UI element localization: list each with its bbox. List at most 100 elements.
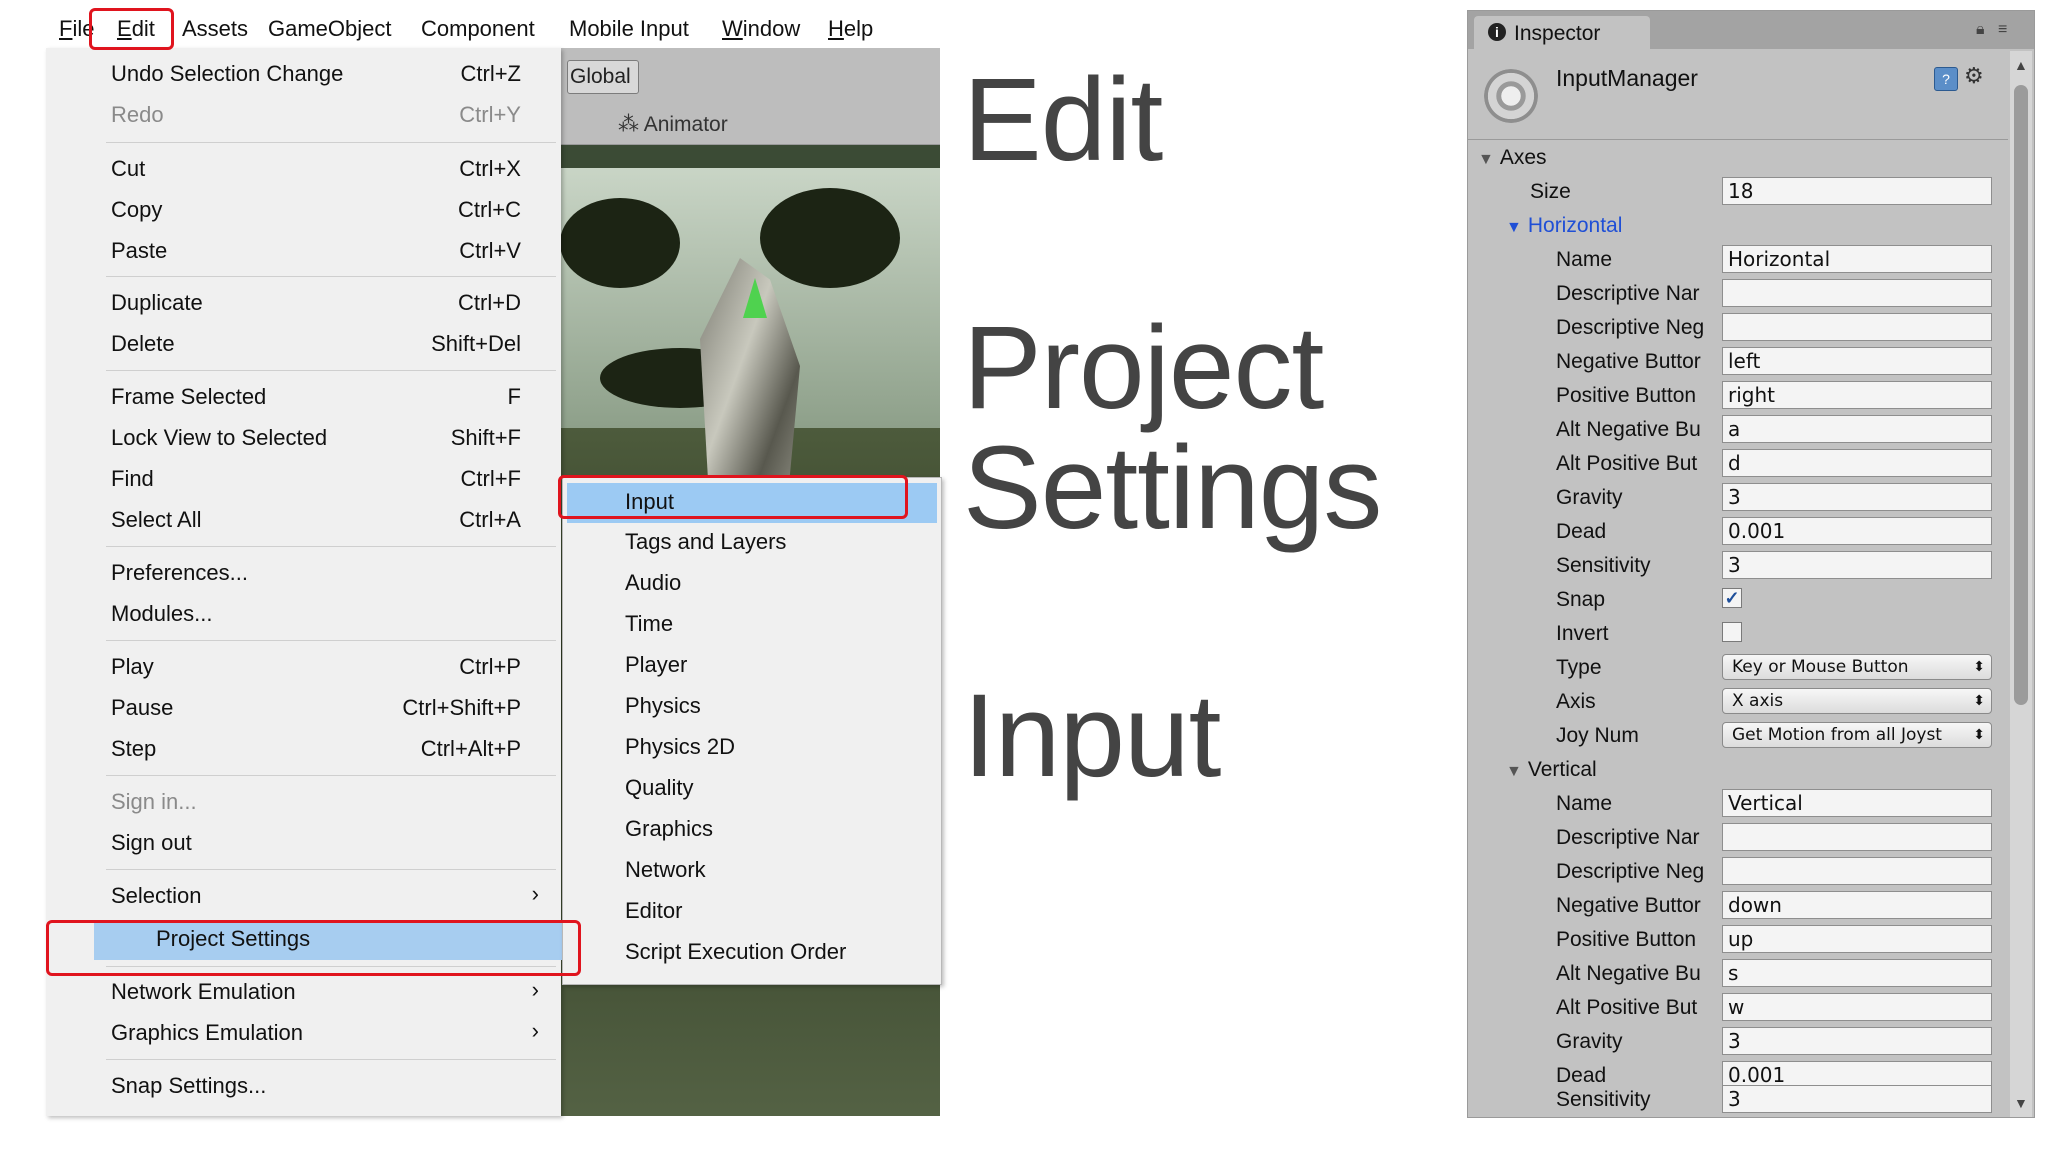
- h-invert-row: Invert: [1468, 617, 2008, 650]
- submenu-item-physics[interactable]: Physics: [563, 687, 941, 727]
- lock-icon[interactable]: 🔒︎: [1976, 21, 1985, 39]
- h-sensitivity-field[interactable]: 3: [1722, 551, 1992, 579]
- h-desc-neg-field[interactable]: [1722, 313, 1992, 341]
- v-neg-button-field[interactable]: down: [1722, 891, 1992, 919]
- v-gravity-row: Gravity 3: [1468, 1025, 2008, 1058]
- h-neg-button-field[interactable]: left: [1722, 347, 1992, 375]
- submenu-item-tags-and-layers[interactable]: Tags and Layers: [563, 523, 941, 563]
- invert-checkbox[interactable]: [1722, 622, 1742, 642]
- palm-tree: [760, 188, 900, 288]
- inspector-tab-bar: i Inspector 🔒︎ ≡: [1468, 11, 2034, 50]
- menu-window[interactable]: Window: [722, 16, 800, 42]
- axes-foldout[interactable]: ▼ Axes: [1468, 141, 2008, 174]
- submenu-item-time[interactable]: Time: [563, 605, 941, 645]
- highlight-project-settings: [46, 920, 581, 976]
- menu-item-step[interactable]: Step Ctrl+Alt+P: [111, 730, 551, 770]
- horizontal-foldout[interactable]: ▼ Horizontal: [1468, 209, 2008, 242]
- menu-item-sign-out[interactable]: Sign out: [111, 824, 551, 864]
- scroll-down-icon[interactable]: ▼: [2014, 1095, 2028, 1111]
- h-dead-field[interactable]: 0.001: [1722, 517, 1992, 545]
- gizmo-y-arrow[interactable]: [743, 278, 767, 318]
- menu-bar: File Edit Assets GameObject Component Mo…: [45, 10, 935, 50]
- menu-item-undo[interactable]: Undo Selection Change Ctrl+Z: [111, 55, 551, 95]
- triangle-down-icon: ▼: [1506, 219, 1522, 236]
- caption-edit: Edit: [963, 54, 1163, 186]
- v-alt-neg-row: Alt Negative Bu s: [1468, 957, 2008, 990]
- menu-item-preferences[interactable]: Preferences...: [111, 554, 551, 594]
- scroll-thumb[interactable]: [2014, 85, 2028, 705]
- h-type-row: Type Key or Mouse Button ⬍: [1468, 651, 2008, 684]
- menu-item-sign-in: Sign in...: [111, 789, 197, 814]
- submenu-item-audio[interactable]: Audio: [563, 564, 941, 604]
- inspector-tab[interactable]: i Inspector: [1474, 16, 1650, 50]
- menu-item-delete[interactable]: Delete Shift+Del: [111, 325, 551, 365]
- menu-gameobject[interactable]: GameObject: [268, 16, 392, 42]
- h-sensitivity-row: Sensitivity 3: [1468, 549, 2008, 582]
- vertical-foldout[interactable]: ▼ Vertical: [1468, 753, 2008, 786]
- axis-dropdown[interactable]: X axis ⬍: [1722, 688, 1992, 714]
- menu-component[interactable]: Component: [421, 16, 535, 42]
- h-pos-button-field[interactable]: right: [1722, 381, 1992, 409]
- v-desc-neg-field[interactable]: [1722, 857, 1992, 885]
- chevron-right-icon: ›: [531, 1018, 539, 1043]
- settings-gear-icon[interactable]: ⚙: [1964, 63, 1984, 89]
- menu-mobile-input[interactable]: Mobile Input: [569, 16, 689, 42]
- submenu-item-player[interactable]: Player: [563, 646, 941, 686]
- v-desc-name-row: Descriptive Nar: [1468, 821, 2008, 854]
- updown-icon: ⬍: [1973, 693, 1985, 709]
- v-alt-neg-field[interactable]: s: [1722, 959, 1992, 987]
- submenu-item-editor[interactable]: Editor: [563, 892, 941, 932]
- menu-item-modules[interactable]: Modules...: [111, 595, 551, 635]
- submenu-item-network[interactable]: Network: [563, 851, 941, 891]
- menu-item-frame-selected[interactable]: Frame Selected F: [111, 378, 551, 418]
- v-name-field[interactable]: Vertical: [1722, 789, 1992, 817]
- v-gravity-field[interactable]: 3: [1722, 1027, 1992, 1055]
- menu-assets[interactable]: Assets: [182, 16, 248, 42]
- v-pos-button-field[interactable]: up: [1722, 925, 1992, 953]
- menu-item-selection[interactable]: Selection ›: [111, 877, 551, 917]
- scroll-up-icon[interactable]: ▲: [2014, 57, 2028, 73]
- joy-num-dropdown[interactable]: Get Motion from all Joyst ⬍: [1722, 722, 1992, 748]
- menu-icon[interactable]: ≡: [1998, 21, 2007, 39]
- snap-checkbox[interactable]: ✓: [1722, 588, 1742, 608]
- h-desc-name-field[interactable]: [1722, 279, 1992, 307]
- separator: [106, 1059, 556, 1060]
- menu-item-copy[interactable]: Copy Ctrl+C: [111, 191, 551, 231]
- h-gravity-field[interactable]: 3: [1722, 483, 1992, 511]
- submenu-item-script-execution-order[interactable]: Script Execution Order: [563, 933, 941, 973]
- global-toggle-button[interactable]: Global: [567, 60, 639, 94]
- h-neg-button-row: Negative Buttor left: [1468, 345, 2008, 378]
- v-desc-name-field[interactable]: [1722, 823, 1992, 851]
- type-dropdown[interactable]: Key or Mouse Button ⬍: [1722, 654, 1992, 680]
- help-icon[interactable]: ?: [1934, 67, 1958, 91]
- menu-item-network-emulation[interactable]: Network Emulation ›: [111, 973, 551, 1013]
- inspector-panel: i Inspector 🔒︎ ≡ InputManager ? ⚙ ▼ Axes …: [1467, 10, 2035, 1118]
- menu-help[interactable]: Help: [828, 16, 873, 42]
- menu-item-snap-settings[interactable]: Snap Settings...: [111, 1067, 551, 1107]
- menu-item-select-all[interactable]: Select All Ctrl+A: [111, 501, 551, 541]
- submenu-item-quality[interactable]: Quality: [563, 769, 941, 809]
- v-alt-pos-field[interactable]: w: [1722, 993, 1992, 1021]
- h-alt-neg-field[interactable]: a: [1722, 415, 1992, 443]
- v-pos-button-row: Positive Button up: [1468, 923, 2008, 956]
- menu-item-duplicate[interactable]: Duplicate Ctrl+D: [111, 284, 551, 324]
- h-name-field[interactable]: Horizontal: [1722, 245, 1992, 273]
- size-field[interactable]: 18: [1722, 177, 1992, 205]
- submenu-item-graphics[interactable]: Graphics: [563, 810, 941, 850]
- menu-item-paste[interactable]: Paste Ctrl+V: [111, 232, 551, 272]
- inspector-scrollbar[interactable]: ▲ ▼: [2010, 51, 2032, 1117]
- menu-item-cut[interactable]: Cut Ctrl+X: [111, 150, 551, 190]
- inspector-header: InputManager ? ⚙: [1468, 49, 2008, 140]
- menu-item-graphics-emulation[interactable]: Graphics Emulation ›: [111, 1014, 551, 1054]
- menu-item-find[interactable]: Find Ctrl+F: [111, 460, 551, 500]
- menu-item-lock-view[interactable]: Lock View to Selected Shift+F: [111, 419, 551, 459]
- updown-icon: ⬍: [1973, 727, 1985, 743]
- animator-tab[interactable]: ⁂ Animator: [618, 112, 728, 137]
- submenu-item-physics-2d[interactable]: Physics 2D: [563, 728, 941, 768]
- h-alt-pos-field[interactable]: d: [1722, 449, 1992, 477]
- h-alt-neg-row: Alt Negative Bu a: [1468, 413, 2008, 446]
- menu-item-play[interactable]: Play Ctrl+P: [111, 648, 551, 688]
- v-sensitivity-field[interactable]: 3: [1722, 1085, 1992, 1113]
- menu-item-pause[interactable]: Pause Ctrl+Shift+P: [111, 689, 551, 729]
- highlight-edit-menu: [89, 8, 174, 50]
